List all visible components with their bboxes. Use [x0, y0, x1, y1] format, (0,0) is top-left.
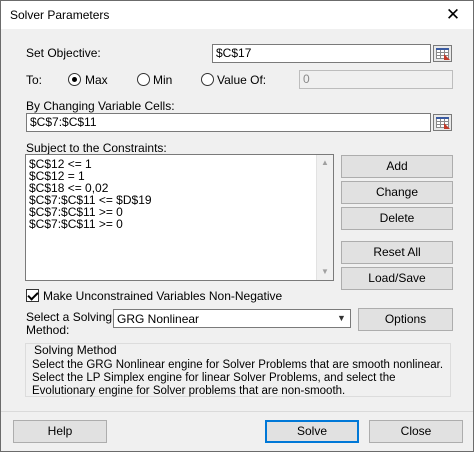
- method-label-line1: Select a Solving: [26, 310, 113, 324]
- max-radio-label: Max: [85, 73, 108, 87]
- close-window-button[interactable]: ✕: [439, 3, 467, 27]
- max-radio[interactable]: [68, 73, 81, 86]
- footer-divider: [1, 411, 473, 412]
- changing-cells-range-select-icon[interactable]: [433, 114, 452, 131]
- value-of-radio[interactable]: [201, 73, 214, 86]
- min-radio-label: Min: [153, 73, 173, 87]
- load-save-button[interactable]: Load/Save: [341, 267, 453, 290]
- constraints-list[interactable]: $C$12 <= 1 $C$12 = 1 $C$18 <= 0,02 $C$7:…: [25, 154, 334, 281]
- solving-method-title: Solving Method: [34, 343, 117, 357]
- constraint-item[interactable]: $C$7:$C$11 >= 0: [29, 217, 123, 231]
- set-objective-label: Set Objective:: [26, 46, 101, 60]
- solve-button[interactable]: Solve: [265, 420, 359, 443]
- solver-parameters-dialog: Solver Parameters ✕ Set Objective: $C$17…: [0, 0, 474, 452]
- set-objective-input[interactable]: $C$17: [212, 44, 431, 63]
- reset-all-button[interactable]: Reset All: [341, 241, 453, 264]
- solving-method-select[interactable]: GRG Nonlinear ▼: [113, 309, 351, 328]
- change-button[interactable]: Change: [341, 181, 453, 204]
- title-bar: Solver Parameters ✕: [1, 1, 473, 29]
- close-button[interactable]: Close: [369, 420, 463, 443]
- objective-range-select-icon[interactable]: [433, 45, 452, 62]
- chevron-down-icon[interactable]: ▼: [333, 310, 350, 327]
- nonneg-checkbox[interactable]: [26, 289, 39, 302]
- method-label-line2: Method:: [26, 323, 70, 337]
- window-title: Solver Parameters: [10, 8, 110, 22]
- solving-method-description: Select the GRG Nonlinear engine for Solv…: [32, 359, 444, 397]
- delete-button[interactable]: Delete: [341, 207, 453, 230]
- options-button[interactable]: Options: [358, 308, 453, 331]
- changing-cells-label: By Changing Variable Cells:: [26, 99, 175, 113]
- constraints-scrollbar[interactable]: ▲ ▼: [316, 155, 333, 280]
- min-radio[interactable]: [137, 73, 150, 86]
- solving-method-value: GRG Nonlinear: [117, 312, 200, 326]
- value-of-radio-label: Value Of:: [217, 73, 267, 87]
- constraints-label: Subject to the Constraints:: [26, 141, 167, 155]
- solving-method-group: Solving Method Select the GRG Nonlinear …: [25, 343, 451, 397]
- nonneg-label: Make Unconstrained Variables Non-Negativ…: [43, 289, 283, 303]
- changing-cells-input[interactable]: $C$7:$C$11: [26, 113, 431, 132]
- scroll-up-icon[interactable]: ▲: [317, 155, 333, 171]
- help-button[interactable]: Help: [13, 420, 107, 443]
- to-label: To:: [26, 73, 43, 87]
- scroll-down-icon[interactable]: ▼: [317, 264, 333, 280]
- add-button[interactable]: Add: [341, 155, 453, 178]
- value-of-input[interactable]: 0: [299, 70, 453, 89]
